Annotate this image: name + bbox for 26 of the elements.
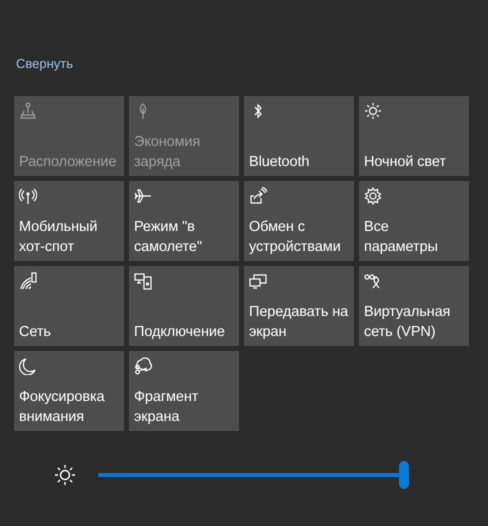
quick-action-tile[interactable]: Режим "в самолете"	[129, 181, 239, 261]
location-icon	[19, 102, 37, 120]
quick-action-tile[interactable]: Виртуальная сеть (VPN)	[359, 266, 469, 346]
brightness-slider[interactable]	[98, 461, 409, 489]
quick-action-tile[interactable]: Bluetooth	[244, 96, 354, 176]
quick-action-tile[interactable]: Фрагмент экрана	[129, 351, 239, 431]
share-icon	[249, 187, 267, 205]
snip-icon	[134, 357, 152, 375]
quick-action-tile[interactable]: Обмен с устройствами	[244, 181, 354, 261]
network-icon	[19, 272, 37, 290]
collapse-link[interactable]: Свернуть	[16, 54, 74, 74]
moon-icon	[19, 357, 37, 375]
quick-action-tile[interactable]: Ночной свет	[359, 96, 469, 176]
connect-icon	[134, 272, 152, 290]
quick-action-tile[interactable]: Сеть	[14, 266, 124, 346]
quick-action-tile[interactable]: Мобильный хот-спот	[14, 181, 124, 261]
brightness-icon	[54, 464, 76, 486]
settings-icon	[364, 187, 382, 205]
project-icon	[249, 272, 267, 290]
quick-action-tile[interactable]: Все параметры	[359, 181, 469, 261]
slider-thumb[interactable]	[399, 461, 409, 489]
quick-action-tile[interactable]: Подключение	[129, 266, 239, 346]
airplane-icon	[134, 187, 152, 205]
quick-action-tile[interactable]: Передавать на экран	[244, 266, 354, 346]
quick-action-tile[interactable]: Фокусировка внимания	[14, 351, 124, 431]
antenna-icon	[19, 187, 37, 205]
